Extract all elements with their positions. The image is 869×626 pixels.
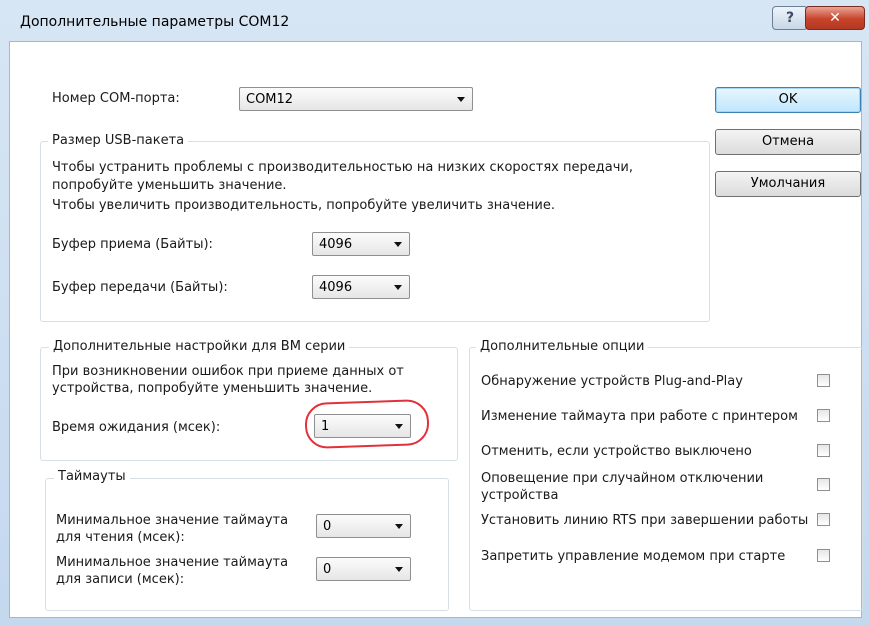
defaults-button[interactable]: Умолчания: [715, 171, 861, 197]
cancel-if-off-label: Отменить, если устройство выключено: [481, 444, 752, 459]
cancel-if-off-checkbox[interactable]: [817, 444, 830, 457]
bm-desc-line2: устройства, попробуйте уменьшить значени…: [52, 381, 373, 396]
read-timeout-label-line1: Минимальное значение таймаута: [56, 513, 289, 528]
tx-buffer-select[interactable]: 4096: [312, 275, 410, 299]
help-button[interactable]: ?: [772, 6, 808, 30]
close-icon: ✕: [829, 10, 841, 26]
chevron-down-icon: [394, 242, 402, 247]
bm-desc-line1: При возникновении ошибок при приеме данн…: [52, 364, 404, 379]
disable-modem-ctrl-checkbox[interactable]: [817, 549, 830, 562]
surprise-removal-label-line1: Оповещение при случайном отключении: [481, 471, 764, 486]
pnp-checkbox[interactable]: [817, 374, 830, 387]
printer-timeout-label: Изменение таймаута при работе с принтеро…: [481, 409, 798, 424]
rx-buffer-select[interactable]: 4096: [312, 232, 410, 256]
cancel-button[interactable]: Отмена: [715, 129, 861, 155]
write-timeout-select[interactable]: 0: [316, 557, 411, 581]
printer-timeout-checkbox[interactable]: [817, 409, 830, 422]
surprise-removal-label-line2: устройства: [481, 488, 559, 503]
write-timeout-label-line1: Минимальное значение таймаута: [56, 555, 289, 570]
options-group-title: Дополнительные опции: [476, 339, 649, 355]
title-bar[interactable]: Дополнительные параметры COM12 ? ✕: [0, 0, 869, 40]
red-highlight-circle: [304, 398, 430, 450]
read-timeout-select[interactable]: 0: [316, 514, 411, 538]
write-timeout-label-line2: для записи (мсек):: [56, 572, 185, 587]
tx-buffer-label: Буфер передачи (Байты):: [52, 280, 228, 295]
com-port-value: COM12: [246, 92, 294, 107]
rts-on-close-checkbox[interactable]: [817, 513, 830, 526]
usb-group-title: Размер USB-пакета: [48, 133, 189, 149]
tx-buffer-value: 4096: [319, 280, 353, 295]
window-title: Дополнительные параметры COM12: [20, 14, 290, 30]
chevron-down-icon: [394, 285, 402, 290]
latency-label: Время ожидания (мсек):: [52, 420, 221, 435]
bm-group-title: Дополнительные настройки для BM серии: [49, 339, 350, 355]
chevron-down-icon: [395, 524, 403, 529]
com-port-label: Номер COM-порта:: [52, 91, 180, 106]
rx-buffer-value: 4096: [319, 237, 353, 252]
help-icon: ?: [785, 10, 795, 26]
read-timeout-value: 0: [323, 519, 332, 534]
chevron-down-icon: [395, 567, 403, 572]
timeouts-group-title: Таймауты: [54, 469, 130, 485]
usb-desc-line1: Чтобы устранить проблемы с производитель…: [52, 160, 633, 175]
chevron-down-icon: [457, 97, 465, 102]
com-port-select[interactable]: COM12: [239, 87, 473, 111]
ok-button[interactable]: OK: [715, 87, 861, 113]
close-button[interactable]: ✕: [805, 6, 865, 30]
read-timeout-label-line2: для чтения (мсек):: [56, 530, 185, 545]
surprise-removal-checkbox[interactable]: [817, 478, 830, 491]
write-timeout-value: 0: [323, 562, 332, 577]
rx-buffer-label: Буфер приема (Байты):: [52, 237, 213, 252]
rts-on-close-label: Установить линию RTS при завершении рабо…: [481, 513, 809, 528]
usb-desc-line2: попробуйте уменьшить значение.: [52, 178, 287, 193]
disable-modem-ctrl-label: Запретить управление модемом при старте: [481, 549, 786, 564]
usb-desc-line3: Чтобы увеличить производительность, попр…: [52, 198, 555, 213]
pnp-label: Обнаружение устройств Plug-and-Play: [481, 374, 743, 389]
